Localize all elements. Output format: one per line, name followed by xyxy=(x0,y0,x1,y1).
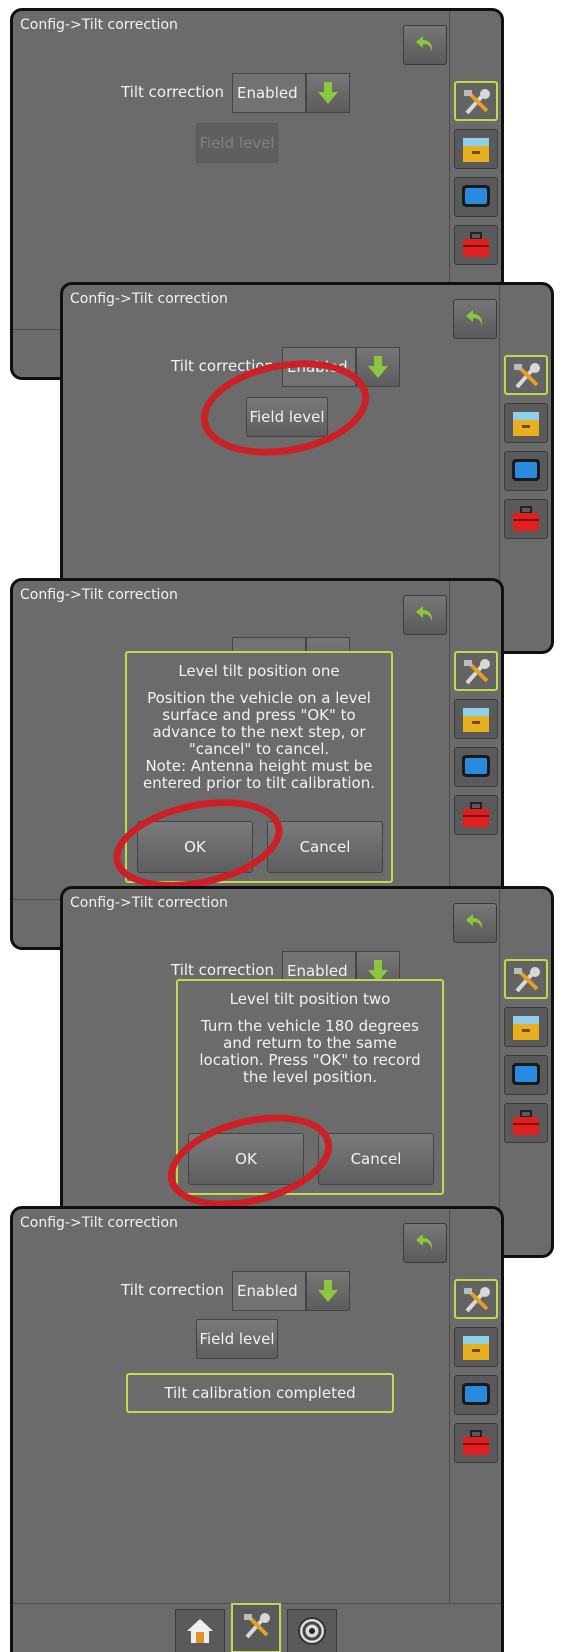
monitor-icon xyxy=(462,185,490,207)
toolbox-icon xyxy=(463,1430,489,1455)
tilt-correction-label: Tilt correction xyxy=(121,1281,225,1299)
tab-tools[interactable] xyxy=(231,1603,281,1652)
back-button[interactable] xyxy=(453,903,497,943)
dialog-level-position-one: Level tilt position one Position the veh… xyxy=(125,651,393,883)
tilt-correction-select[interactable]: Enabled xyxy=(232,1271,306,1311)
page-title: Config->Tilt correction xyxy=(20,1215,178,1231)
sidebar-tools-button[interactable] xyxy=(504,959,548,999)
tab-home[interactable] xyxy=(175,1609,225,1652)
sidebar-monitor-button[interactable] xyxy=(454,747,498,787)
status-message: Tilt calibration completed xyxy=(126,1373,394,1413)
drawer-icon xyxy=(463,138,489,162)
tools-icon xyxy=(464,1287,490,1313)
gauge-icon xyxy=(298,1617,326,1645)
sidebar-toolbox-button[interactable] xyxy=(454,225,498,265)
tools-icon xyxy=(514,967,540,993)
toolbox-icon xyxy=(463,802,489,827)
ok-button[interactable]: OK xyxy=(188,1133,304,1185)
dialog-title: Level tilt position two xyxy=(229,990,391,1008)
sidebar-drawer-button[interactable] xyxy=(454,699,498,739)
cancel-button[interactable]: Cancel xyxy=(267,821,383,873)
tilt-correction-select[interactable]: Enabled xyxy=(282,347,356,387)
back-button[interactable] xyxy=(403,25,447,65)
tilt-correction-label: Tilt correction xyxy=(121,83,225,101)
back-arrow-icon xyxy=(466,310,483,326)
tab-gauge[interactable] xyxy=(287,1609,337,1652)
dialog-message: Position the vehicle on a level surface … xyxy=(142,689,376,792)
back-arrow-icon xyxy=(416,1234,433,1250)
drawer-icon xyxy=(513,1016,539,1040)
page-title: Config->Tilt correction xyxy=(20,587,178,603)
monitor-icon xyxy=(512,459,540,481)
sidebar-monitor-button[interactable] xyxy=(454,1375,498,1415)
tools-icon xyxy=(464,89,490,115)
dialog-title: Level tilt position one xyxy=(178,662,340,680)
sidebar-drawer-button[interactable] xyxy=(454,1327,498,1367)
sidebar-monitor-button[interactable] xyxy=(454,177,498,217)
dropdown-button[interactable] xyxy=(356,347,400,387)
sidebar-monitor-button[interactable] xyxy=(504,1055,548,1095)
field-level-button[interactable]: Field level xyxy=(196,1319,278,1359)
arrow-down-icon xyxy=(318,82,338,104)
back-arrow-icon xyxy=(416,36,433,52)
dropdown-button[interactable] xyxy=(306,1271,350,1311)
screen-5: Config->Tilt correction Tilt correction … xyxy=(10,1206,504,1652)
sidebar-drawer-button[interactable] xyxy=(454,129,498,169)
screen-4: Config->Tilt correction Tilt correction … xyxy=(60,886,554,1258)
page-title: Config->Tilt correction xyxy=(70,291,228,307)
field-level-button[interactable]: Field level xyxy=(196,123,278,163)
back-arrow-icon xyxy=(416,606,433,622)
arrow-down-icon xyxy=(368,356,388,378)
field-level-button[interactable]: Field level xyxy=(246,397,328,437)
monitor-icon xyxy=(462,755,490,777)
back-arrow-icon xyxy=(466,914,483,930)
sidebar-tools-button[interactable] xyxy=(454,1279,498,1319)
tools-icon xyxy=(244,1613,270,1639)
tools-icon xyxy=(464,659,490,685)
monitor-icon xyxy=(512,1063,540,1085)
sidebar-toolbox-button[interactable] xyxy=(454,1423,498,1463)
sidebar-monitor-button[interactable] xyxy=(504,451,548,491)
dropdown-button[interactable] xyxy=(306,73,350,113)
monitor-icon xyxy=(462,1383,490,1405)
back-button[interactable] xyxy=(403,595,447,635)
drawer-icon xyxy=(513,412,539,436)
sidebar-toolbox-button[interactable] xyxy=(504,1103,548,1143)
tilt-correction-select[interactable]: Enabled xyxy=(232,73,306,113)
back-button[interactable] xyxy=(453,299,497,339)
sidebar-toolbox-button[interactable] xyxy=(504,499,548,539)
sidebar-tools-button[interactable] xyxy=(454,651,498,691)
drawer-icon xyxy=(463,708,489,732)
page-title: Config->Tilt correction xyxy=(20,17,178,33)
dialog-level-position-two: Level tilt position two Turn the vehicle… xyxy=(176,979,444,1195)
toolbox-icon xyxy=(463,232,489,257)
tools-icon xyxy=(514,363,540,389)
toolbox-icon xyxy=(513,1110,539,1135)
dialog-message: Turn the vehicle 180 degrees and return … xyxy=(199,1017,421,1086)
tilt-correction-label: Tilt correction xyxy=(171,961,275,979)
sidebar-tools-button[interactable] xyxy=(504,355,548,395)
drawer-icon xyxy=(463,1336,489,1360)
cancel-button[interactable]: Cancel xyxy=(318,1133,434,1185)
toolbox-icon xyxy=(513,506,539,531)
home-icon xyxy=(187,1619,213,1643)
sidebar-drawer-button[interactable] xyxy=(504,403,548,443)
back-button[interactable] xyxy=(403,1223,447,1263)
ok-button[interactable]: OK xyxy=(137,821,253,873)
tilt-correction-label: Tilt correction xyxy=(171,357,275,375)
page-title: Config->Tilt correction xyxy=(70,895,228,911)
sidebar-tools-button[interactable] xyxy=(454,81,498,121)
sidebar-toolbox-button[interactable] xyxy=(454,795,498,835)
sidebar-drawer-button[interactable] xyxy=(504,1007,548,1047)
arrow-down-icon xyxy=(318,1280,338,1302)
